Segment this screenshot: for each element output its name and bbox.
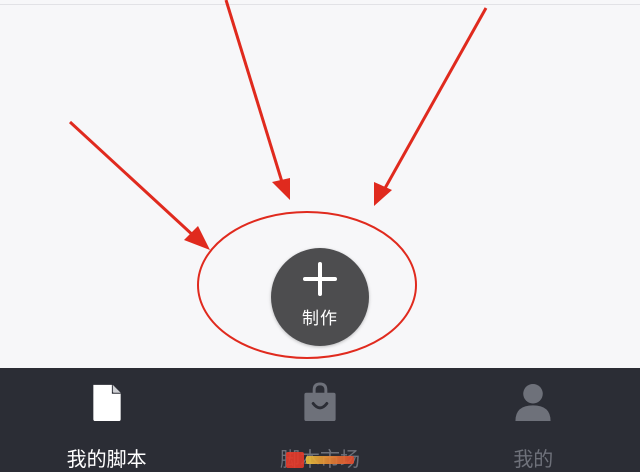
tab-my-scripts[interactable]: 我的脚本 bbox=[0, 368, 213, 472]
make-button-label: 制作 bbox=[302, 308, 338, 329]
app-screen: 制作 我的脚本 脚本市场 我的 bbox=[0, 0, 640, 472]
watermark-badge bbox=[286, 452, 304, 468]
shopping-bag-icon bbox=[304, 382, 336, 422]
tab-mine[interactable]: 我的 bbox=[427, 368, 640, 472]
document-icon bbox=[92, 384, 121, 422]
watermark-logo bbox=[286, 452, 356, 468]
plus-icon bbox=[303, 261, 337, 296]
person-icon bbox=[515, 383, 551, 422]
watermark-text-graphic bbox=[306, 456, 354, 464]
tab-label-my-scripts: 我的脚本 bbox=[66, 447, 147, 471]
make-button[interactable]: 制作 bbox=[271, 248, 369, 346]
tab-label-mine: 我的 bbox=[513, 447, 554, 471]
